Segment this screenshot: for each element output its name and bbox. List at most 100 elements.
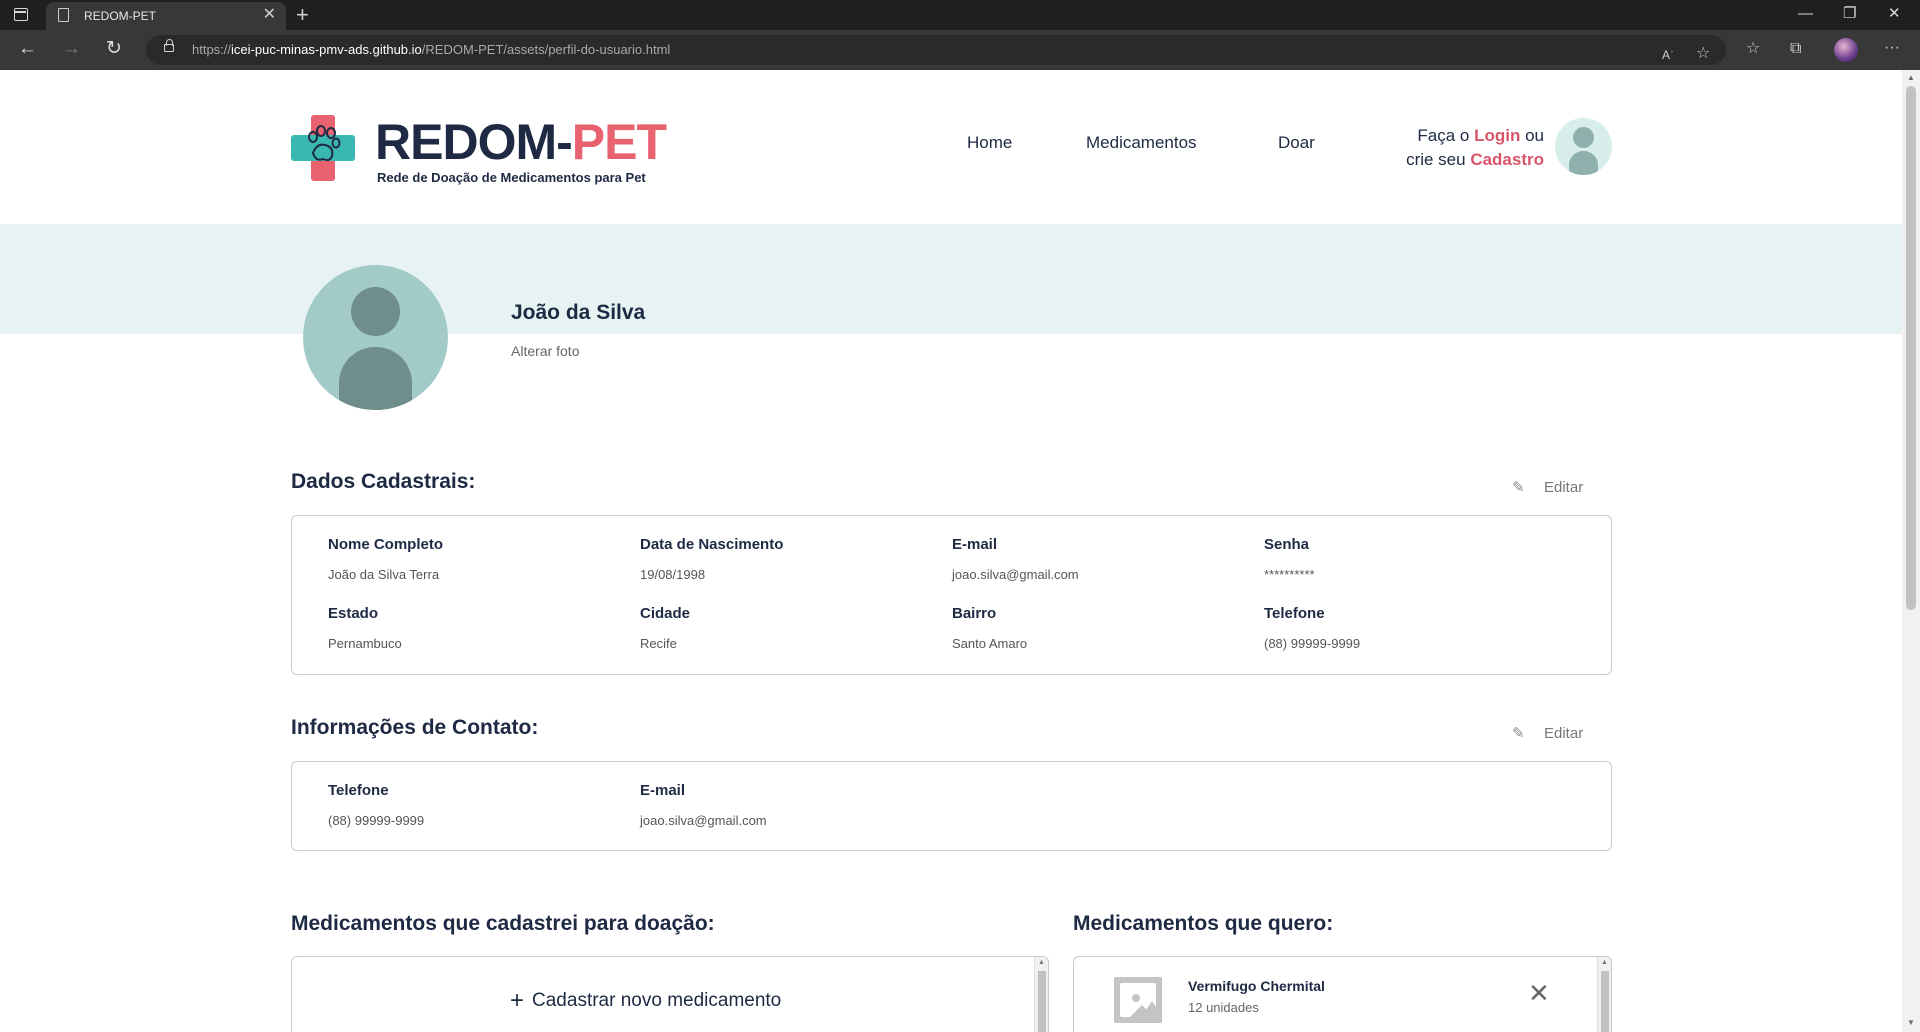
field-state: Estado Pernambuco — [328, 605, 402, 651]
scroll-up-icon[interactable]: ▲ — [1907, 73, 1915, 82]
contact-field-email: E-mail joao.silva@gmail.com — [640, 782, 767, 828]
contact-edit-button[interactable]: ✎ Editar — [1512, 724, 1583, 742]
change-photo-link[interactable]: Alterar foto — [511, 343, 579, 359]
more-menu-icon[interactable]: ··· — [1884, 37, 1900, 59]
wanted-list: Vermifugo Chermital 12 unidades ✕ ▲ — [1073, 956, 1612, 1032]
field-label: Cidade — [640, 605, 691, 622]
donations-list: + Cadastrar novo medicamento ▲ — [291, 956, 1049, 1032]
profile-avatar-head — [351, 287, 400, 336]
page-scroll-thumb[interactable] — [1906, 86, 1916, 610]
field-value: joao.silva@gmail.com — [640, 813, 767, 828]
contact-card: Telefone (88) 99999-9999 E-mail joao.sil… — [291, 761, 1612, 851]
user-avatar-icon[interactable] — [1555, 118, 1612, 175]
tab-actions-icon[interactable] — [14, 8, 28, 21]
field-value: Santo Amaro — [952, 636, 1028, 651]
field-email: E-mail joao.silva@gmail.com — [952, 536, 1079, 582]
profile-name: João da Silva — [511, 301, 646, 324]
forward-button[interactable]: → — [62, 38, 81, 60]
donations-scrollbar[interactable]: ▲ — [1034, 957, 1048, 1032]
field-value: 19/08/1998 — [640, 567, 706, 582]
image-mountain — [1140, 1001, 1162, 1019]
profile-banner — [0, 224, 1902, 334]
field-full-name: Nome Completo João da Silva Terra — [328, 536, 443, 582]
field-label: E-mail — [952, 536, 998, 553]
scroll-thumb[interactable] — [1038, 971, 1046, 1032]
tab-title: REDOM-PET — [84, 9, 156, 23]
site-header: REDOM-PET Rede de Doação de Medicamentos… — [0, 70, 1902, 224]
login-mid: ou — [1520, 126, 1544, 145]
browser-tab[interactable]: REDOM-PET ✕ — [46, 2, 286, 30]
reload-button[interactable]: ↻ — [106, 38, 122, 60]
donations-title: Medicamentos que cadastrei para doação: — [291, 912, 715, 935]
contact-field-phone: Telefone (88) 99999-9999 — [328, 782, 424, 828]
add-favorite-icon[interactable]: ☆ — [1696, 43, 1710, 65]
favorites-icon[interactable]: ☆ — [1746, 38, 1760, 60]
wanted-item-quantity: 12 unidades — [1188, 1000, 1259, 1015]
profile-avatar-body — [339, 347, 412, 410]
scroll-up-icon[interactable]: ▲ — [1601, 959, 1608, 966]
field-label: Bairro — [952, 605, 997, 622]
pencil-icon: ✎ — [1512, 479, 1525, 496]
field-birth-date: Data de Nascimento 19/08/1998 — [640, 536, 783, 582]
field-label: E-mail — [640, 782, 686, 799]
field-label: Data de Nascimento — [640, 536, 784, 553]
image-frame — [1120, 983, 1162, 1019]
scroll-down-icon[interactable]: ▼ — [1907, 1018, 1915, 1027]
collections-icon[interactable]: ⧉ — [1790, 38, 1801, 60]
field-value: (88) 99999-9999 — [1264, 636, 1361, 651]
browser-profile-avatar[interactable] — [1834, 38, 1858, 62]
lock-icon[interactable] — [164, 39, 174, 52]
profile-photo-icon[interactable] — [303, 265, 448, 410]
add-medication-button[interactable]: + Cadastrar novo medicamento — [510, 987, 781, 1015]
wanted-scrollbar[interactable]: ▲ — [1597, 957, 1611, 1032]
new-tab-button[interactable]: + — [296, 2, 309, 28]
avatar-body — [1569, 151, 1598, 175]
field-label: Senha — [1264, 536, 1310, 553]
logo-subtitle: Rede de Doação de Medicamentos para Pet — [377, 170, 646, 185]
close-window-button[interactable]: ✕ — [1888, 4, 1901, 24]
site-logo[interactable]: REDOM-PET Rede de Doação de Medicamentos… — [291, 115, 671, 185]
logo-title: REDOM-PET — [375, 114, 667, 170]
scroll-thumb[interactable] — [1601, 971, 1609, 1032]
tab-close-icon[interactable]: ✕ — [263, 6, 276, 24]
field-value: Recife — [640, 636, 677, 651]
field-neighborhood: Bairro Santo Amaro — [952, 605, 1027, 651]
signup-link[interactable]: Cadastro — [1470, 150, 1544, 169]
nav-doar[interactable]: Doar — [1278, 133, 1315, 153]
nav-medicamentos[interactable]: Medicamentos — [1086, 133, 1197, 153]
login-link[interactable]: Login — [1474, 126, 1520, 145]
login-prompt: Faça o Login ou crie seu Cadastro — [1360, 124, 1544, 172]
login-prefix: Faça o — [1417, 126, 1475, 145]
nav-home[interactable]: Home — [967, 133, 1012, 153]
field-city: Cidade Recife — [640, 605, 690, 651]
field-value: ********** — [1264, 567, 1315, 582]
restore-button[interactable]: ❐ — [1843, 4, 1856, 24]
image-placeholder-icon — [1114, 977, 1162, 1023]
web-page: REDOM-PET Rede de Doação de Medicamentos… — [0, 70, 1902, 1032]
wanted-title: Medicamentos que quero: — [1073, 912, 1334, 935]
edit-label: Editar — [1544, 479, 1584, 496]
read-aloud-icon[interactable]: Aʾ — [1662, 44, 1674, 66]
field-label: Telefone — [328, 782, 389, 799]
field-password: Senha ********** — [1264, 536, 1315, 582]
contact-title: Informações de Contato: — [291, 716, 539, 739]
avatar-head — [1573, 127, 1594, 148]
field-value: João da Silva Terra — [328, 567, 440, 582]
address-bar: ← → ↻ https://icei-puc-minas-pmv-ads.git… — [0, 30, 1920, 70]
scroll-up-icon[interactable]: ▲ — [1038, 959, 1045, 966]
back-button[interactable]: ← — [18, 38, 37, 60]
field-value: joao.silva@gmail.com — [952, 567, 1079, 582]
page-scrollbar[interactable]: ▲ ▼ — [1902, 70, 1920, 1032]
registration-card: Nome Completo João da Silva Terra Data d… — [291, 515, 1612, 675]
field-value: Pernambuco — [328, 636, 402, 651]
add-medication-label: Cadastrar novo medicamento — [532, 990, 782, 1011]
remove-item-icon[interactable]: ✕ — [1528, 979, 1550, 1007]
field-label: Nome Completo — [328, 536, 444, 553]
page-icon — [58, 8, 69, 22]
signup-prefix: crie seu — [1406, 150, 1471, 169]
url-text: https://icei-puc-minas-pmv-ads.github.io… — [192, 42, 671, 57]
field-value: (88) 99999-9999 — [328, 813, 425, 828]
registration-edit-button[interactable]: ✎ Editar — [1512, 478, 1583, 496]
minimize-button[interactable]: — — [1798, 4, 1813, 24]
url-field[interactable]: https://icei-puc-minas-pmv-ads.github.io… — [146, 35, 1726, 65]
